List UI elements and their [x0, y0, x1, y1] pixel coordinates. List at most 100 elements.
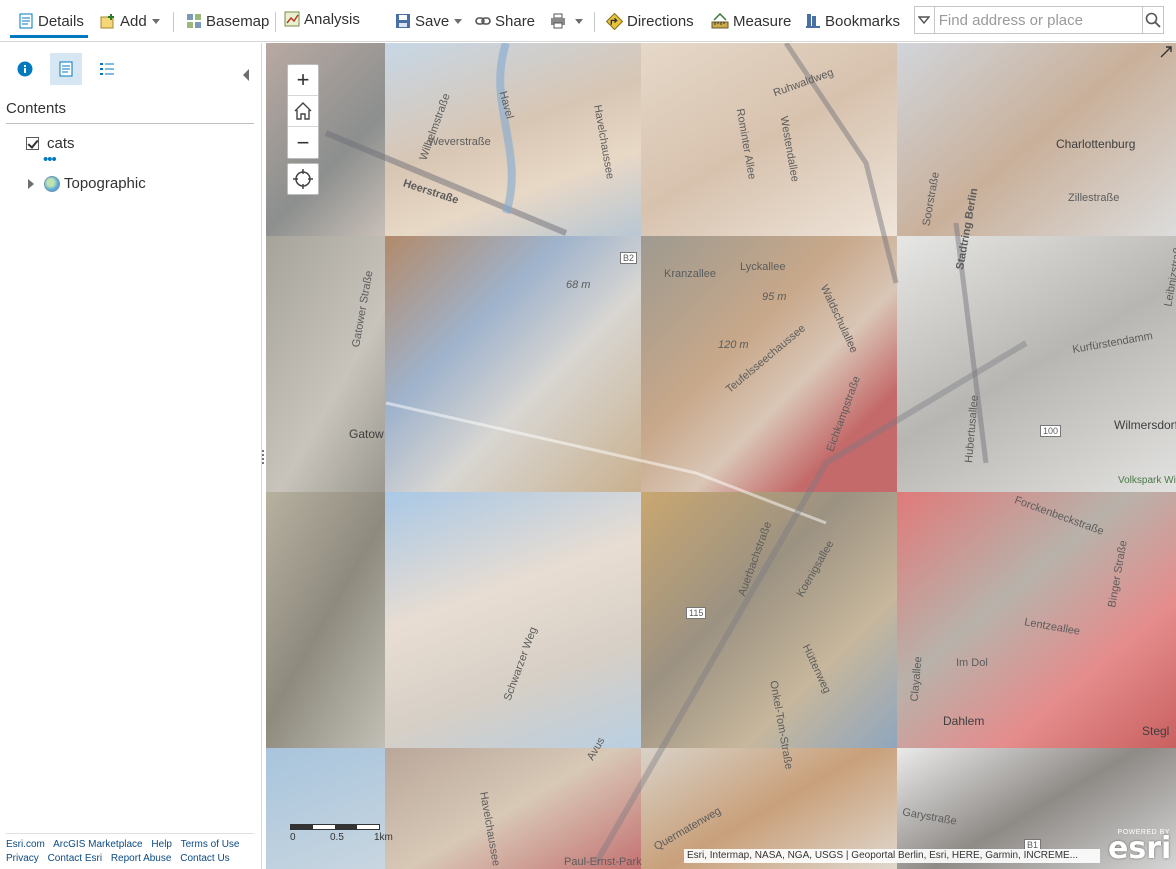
- map-view[interactable]: Wilhelmstraße Weverstraße Havel Heerstra…: [266, 43, 1176, 869]
- content-icon: [59, 61, 73, 77]
- layer-name: Topographic: [64, 175, 146, 192]
- active-tab-indicator: [10, 35, 88, 38]
- info-icon: [17, 61, 33, 77]
- divider: [6, 833, 254, 834]
- map-label: 120 m: [718, 339, 749, 351]
- locate-button[interactable]: [287, 163, 319, 195]
- footer-link[interactable]: Contact Esri: [48, 853, 102, 864]
- chevron-down-icon: [575, 18, 583, 24]
- directions-label: Directions: [627, 12, 694, 30]
- chevron-down-icon: [454, 18, 463, 24]
- details-label: Details: [38, 12, 84, 30]
- fullscreen-icon[interactable]: [1160, 46, 1172, 58]
- search-input[interactable]: [934, 7, 1142, 33]
- analysis-label: Analysis: [304, 10, 360, 28]
- directions-icon: [606, 12, 623, 30]
- divider: [6, 123, 254, 124]
- toolbar-divider: [275, 12, 276, 32]
- layer-item-cats[interactable]: cats: [26, 135, 75, 152]
- layer-item-topographic[interactable]: Topographic: [28, 175, 146, 192]
- map-label: Weverstraße: [428, 136, 491, 148]
- add-data-icon: [100, 14, 114, 29]
- map-attribution[interactable]: Esri, Intermap, NASA, NGA, USGS | Geopor…: [684, 849, 1100, 863]
- print-icon: [551, 13, 565, 29]
- tab-about[interactable]: [9, 53, 41, 85]
- tab-legend[interactable]: [91, 53, 123, 85]
- toolbar-divider: [173, 12, 174, 32]
- search-button[interactable]: [1141, 7, 1163, 33]
- map-label: Lyckallee: [740, 261, 786, 273]
- analysis-icon: [284, 11, 300, 27]
- save-icon: [396, 14, 410, 28]
- bookmark-icon: [806, 14, 820, 28]
- topographic-basemap: [324, 43, 1028, 865]
- map-label: 100: [1040, 425, 1062, 437]
- map-label: Gatow: [349, 427, 384, 441]
- home-icon: [294, 102, 312, 120]
- panel-tabs: [0, 53, 262, 85]
- print-button[interactable]: [550, 9, 583, 33]
- scale-label: 1km: [374, 832, 393, 843]
- map-label: Kranzallee: [664, 268, 716, 280]
- search-icon: [1145, 12, 1161, 28]
- save-label: Save: [415, 12, 450, 30]
- map-label: 68 m: [566, 279, 591, 291]
- toolbar-divider: [594, 12, 595, 32]
- search-box: [914, 6, 1164, 34]
- locate-icon: [293, 169, 313, 189]
- zoom-out-button[interactable]: −: [288, 127, 318, 158]
- scale-bar: 0 0.5 1km: [290, 824, 393, 843]
- top-toolbar: Details Add Basemap Analysis Save Share …: [0, 0, 1176, 42]
- map-label: 115: [686, 607, 707, 619]
- more-options-icon[interactable]: •••: [43, 152, 57, 167]
- footer-link[interactable]: Help: [151, 839, 172, 850]
- share-label: Share: [495, 12, 536, 30]
- search-source-dropdown[interactable]: [915, 7, 935, 33]
- map-label: Zillestraße: [1068, 192, 1120, 204]
- esri-wordmark: esri: [1108, 831, 1172, 866]
- measure-button[interactable]: Measure: [711, 9, 791, 33]
- footer-link[interactable]: Report Abuse: [111, 853, 172, 864]
- map-label: Paul-Ernst-Park: [564, 856, 642, 868]
- zoom-controls: + −: [287, 64, 319, 159]
- footer-links: Esri.com ArcGIS Marketplace Help Terms o…: [6, 838, 256, 866]
- map-label: Volkspark Wilmersdorf: [1118, 475, 1176, 486]
- left-panel: Contents cats ••• Topographic Esri.com A…: [0, 43, 262, 869]
- measure-label: Measure: [733, 12, 792, 30]
- analysis-button[interactable]: Analysis: [284, 7, 360, 31]
- footer-link[interactable]: Terms of Use: [181, 839, 240, 850]
- scale-label: 0: [290, 832, 296, 843]
- footer-link[interactable]: Esri.com: [6, 839, 45, 850]
- add-button[interactable]: Add: [100, 9, 160, 33]
- map-label: Stegl: [1142, 724, 1170, 738]
- zoom-in-button[interactable]: +: [288, 65, 318, 96]
- map-label: Charlottenburg: [1056, 137, 1136, 151]
- measure-icon: [711, 13, 729, 29]
- basemap-icon: [187, 14, 201, 28]
- home-button[interactable]: [288, 96, 318, 127]
- layer-name: cats: [47, 135, 75, 152]
- footer-link[interactable]: ArcGIS Marketplace: [53, 839, 142, 850]
- map-label: Im Dol: [956, 657, 988, 669]
- share-button[interactable]: Share: [475, 9, 535, 33]
- esri-logo[interactable]: POWERED BY esri: [1108, 829, 1172, 866]
- footer-link[interactable]: Privacy: [6, 853, 39, 864]
- map-label: 95 m: [762, 291, 787, 303]
- add-label: Add: [120, 12, 147, 30]
- footer-link[interactable]: Contact Us: [180, 853, 229, 864]
- chevron-down-icon: [151, 18, 160, 24]
- collapse-panel-icon[interactable]: [243, 69, 249, 81]
- basemap-button[interactable]: Basemap: [186, 9, 269, 33]
- directions-button[interactable]: Directions: [606, 9, 694, 33]
- save-button[interactable]: Save: [395, 9, 463, 33]
- map-label: Dahlem: [943, 714, 985, 728]
- chevron-down-icon: [918, 16, 931, 25]
- panel-title: Contents: [6, 100, 67, 117]
- bookmarks-button[interactable]: Bookmarks: [805, 9, 900, 33]
- layer-visibility-checkbox[interactable]: [26, 137, 39, 150]
- tab-content[interactable]: [50, 53, 82, 85]
- link-icon: [475, 17, 491, 25]
- expand-icon[interactable]: [28, 178, 34, 189]
- details-button[interactable]: Details: [18, 9, 84, 33]
- panel-resize-handle[interactable]: [262, 448, 265, 466]
